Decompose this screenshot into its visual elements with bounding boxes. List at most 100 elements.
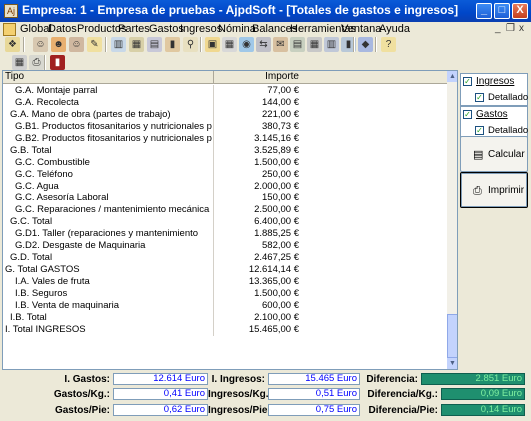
cell-importe: 3.145,16 € [213, 132, 301, 145]
menu-datos[interactable]: Datos [48, 23, 77, 35]
ingresos-checkbox[interactable]: ✓ [463, 77, 472, 86]
table-row[interactable]: G.A. Montaje parral 77,00 € [3, 85, 447, 97]
table-row[interactable]: G.B2. Productos fitosanitarios y nutrici… [3, 132, 447, 145]
gastos-group: ✓ Gastos ✓ Detallado [460, 106, 528, 139]
toolbar-separator [44, 55, 46, 70]
menu-partes[interactable]: Partes [118, 23, 150, 35]
maximize-button[interactable]: □ [494, 3, 510, 19]
cell-importe: 1.885,25 € [213, 228, 301, 241]
table-row[interactable]: I.B. Venta de maquinaria 600,00 € [3, 299, 447, 312]
mdi-minimize-button[interactable]: _ [495, 23, 501, 34]
app-icon: Aj [4, 4, 18, 18]
table-row[interactable]: G.A. Recolecta 144,00 € [3, 96, 447, 109]
cell-importe: 2.100,00 € [213, 311, 301, 324]
table-row[interactable]: G.C. Combustible 1.500,00 € [3, 156, 447, 169]
cell-importe: 3.525,89 € [213, 144, 301, 157]
calculadora-icon[interactable]: ▥ [324, 37, 339, 52]
table-row[interactable]: G.C. Teléfono 250,00 € [3, 168, 447, 181]
table-row[interactable]: G.D. Total 2.467,25 € [3, 252, 447, 265]
scroll-down-button[interactable]: ▼ [447, 358, 457, 369]
table-row[interactable]: G.C. Total 6.400,00 € [3, 216, 447, 229]
listado-icon[interactable]: ▤ [290, 37, 305, 52]
ingresos-label: Ingresos [476, 76, 515, 87]
cell-tipo: G. Total GASTOS [5, 264, 80, 276]
gastos-detallado-checkbox[interactable]: ✓ [475, 126, 484, 135]
cell-importe: 77,00 € [213, 85, 301, 97]
partes-icon[interactable]: ❖ [5, 37, 20, 52]
table-row[interactable]: G.D1. Taller (reparaciones y mantenimien… [3, 228, 447, 241]
ayuda-icon[interactable]: ? [381, 37, 396, 52]
enviar-icon[interactable]: ✉ [273, 37, 288, 52]
close-button[interactable]: X [512, 3, 528, 19]
diferencia-kg-label: Diferencia/Kg.: [367, 389, 438, 400]
cell-tipo: G.A. Montaje parral [15, 85, 98, 96]
mdi-child-icon[interactable] [3, 23, 16, 36]
table-row[interactable]: I.B. Seguros 1.500,00 € [3, 287, 447, 300]
calcular-button[interactable]: ▤ Calcular [460, 136, 528, 172]
mdi-close-button[interactable]: x [519, 23, 524, 34]
productos-icon[interactable]: ▮ [165, 37, 180, 52]
table-row[interactable]: I. Total INGRESOS 15.465,00 € [3, 323, 447, 336]
imprimir-button[interactable]: ⎙ Imprimir [460, 172, 528, 208]
menu-nomina[interactable]: Nómina [218, 23, 256, 35]
vehiculo-icon[interactable]: ⇆ [256, 37, 271, 52]
cell-tipo: G.D2. Desgaste de Maquinaria [15, 240, 146, 252]
print-icon[interactable]: ⎙ [29, 55, 44, 70]
minimize-button[interactable]: _ [476, 3, 492, 19]
gastos-icon[interactable]: ⚲ [183, 37, 198, 52]
balance-icon[interactable]: ▦ [129, 37, 144, 52]
cuadricula-icon[interactable]: ▦ [222, 37, 237, 52]
clientes2-icon[interactable]: ☺ [69, 37, 84, 52]
tabla2-icon[interactable]: ▦ [307, 37, 322, 52]
cell-importe: 2.467,25 € [213, 252, 301, 265]
libro2-icon[interactable]: ◆ [358, 37, 373, 52]
abrir-icon[interactable]: ▣ [205, 37, 220, 52]
grafica-icon[interactable]: ▥ [111, 37, 126, 52]
ingresos-detallado-checkbox[interactable]: ✓ [475, 93, 484, 102]
cell-importe: 582,00 € [213, 240, 301, 253]
window-title: Empresa: 1 - Empresa de pruebas - AjpdSo… [22, 3, 459, 17]
i-ingresos-value: 15.465 Euro [268, 373, 360, 385]
menu-ayuda[interactable]: Ayuda [379, 23, 410, 35]
fotos-icon[interactable]: ◉ [239, 37, 254, 52]
mdi-restore-button[interactable]: ❐ [506, 23, 515, 34]
table-row[interactable]: G.C. Asesoría Laboral 150,00 € [3, 192, 447, 205]
table-row[interactable]: G.A. Mano de obra (partes de trabajo) 221… [3, 108, 447, 121]
trabajadores-icon[interactable]: ☺ [33, 37, 48, 52]
cell-importe: 15.465,00 € [213, 323, 301, 336]
tablas-icon[interactable]: ▤ [147, 37, 162, 52]
table-row[interactable]: G.B. Total 3.525,89 € [3, 144, 447, 157]
i-gastos-label: I. Gastos: [64, 374, 110, 385]
cell-tipo: I.B. Venta de maquinaria [15, 299, 120, 311]
clientes-icon[interactable]: ☻ [51, 37, 66, 52]
table-row[interactable]: G. Total GASTOS 12.614,14 € [3, 264, 447, 277]
menu-ingresos[interactable]: Ingresos [180, 23, 222, 35]
edit-icon[interactable]: ✎ [87, 37, 102, 52]
table-row[interactable]: I.B. Total 2.100,00 € [3, 311, 447, 324]
title-bar: Aj Empresa: 1 - Empresa de pruebas - Ajp… [0, 0, 531, 22]
scroll-up-button[interactable]: ▲ [447, 71, 457, 82]
diferencia-kg-value: 0,09 Euro [441, 388, 525, 400]
diferencia-value: 2.851 Euro [421, 373, 525, 385]
vertical-scrollbar[interactable]: ▲ ▼ [447, 71, 457, 369]
table-row[interactable]: I.A. Vales de fruta 13.365,00 € [3, 276, 447, 288]
table-row[interactable]: G.D2. Desgaste de Maquinaria 582,00 € [3, 240, 447, 253]
grid-icon[interactable]: ▦ [12, 55, 27, 70]
cell-tipo: G.C. Agua [15, 180, 59, 192]
menu-gastos[interactable]: Gastos [149, 23, 184, 35]
exit-icon[interactable]: ▮ [50, 55, 65, 70]
diferencia-label: Diferencia: [366, 374, 418, 385]
table-row[interactable]: G.C. Agua 2.000,00 € [3, 180, 447, 193]
column-header-tipo[interactable]: Tipo [5, 71, 24, 82]
scroll-thumb[interactable] [447, 314, 457, 358]
table-row[interactable]: G.C. Reparaciones / mantenimiento mecáni… [3, 204, 447, 217]
cell-tipo: I.B. Seguros [15, 287, 68, 299]
i-gastos-value: 12.614 Euro [113, 373, 208, 385]
gastos-checkbox[interactable]: ✓ [463, 110, 472, 119]
column-header-importe[interactable]: Importe [213, 71, 301, 84]
toolbar-separator [200, 37, 202, 52]
table-row[interactable]: G.B1. Productos fitosanitarios y nutrici… [3, 120, 447, 133]
menu-ventana[interactable]: Ventana [341, 23, 381, 35]
calculator-icon: ▤ [473, 149, 484, 161]
totals-grid[interactable]: Tipo Importe G.A. Montaje parral 77,00 € G… [2, 70, 458, 370]
